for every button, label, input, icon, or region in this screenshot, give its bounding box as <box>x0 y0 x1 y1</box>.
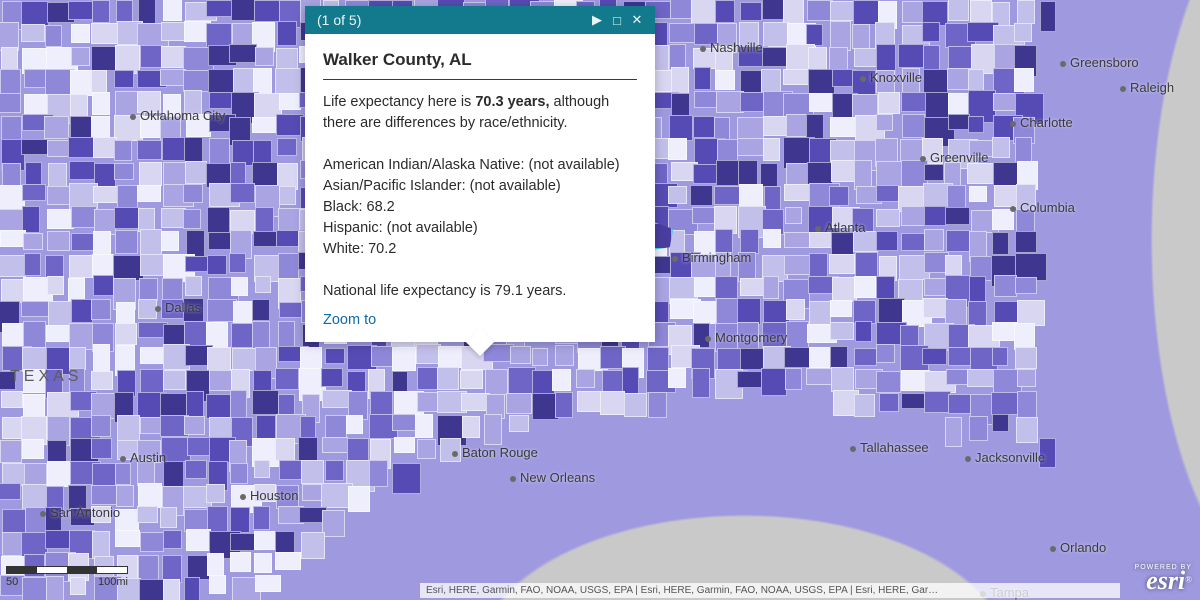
city-label-charlotte: Charlotte <box>1010 115 1073 130</box>
city-label-new-orleans: New Orleans <box>510 470 595 485</box>
popup-row-aian: American Indian/Alaska Native: (not avai… <box>323 155 637 176</box>
city-label-knoxville: Knoxville <box>860 70 922 85</box>
city-label-houston: Houston <box>240 488 298 503</box>
popup-row-api: Asian/Pacific Islander: (not available) <box>323 176 637 197</box>
esri-brand: esri <box>1146 566 1185 595</box>
popup-summary-pre: Life expectancy here is <box>323 94 475 110</box>
popup-row-black: Black: 68.2 <box>323 197 637 218</box>
city-label-atlanta: Atlanta <box>815 220 865 235</box>
choropleth-map[interactable]: TEXAS TulsaOklahoma CityDallasAustinHous… <box>0 0 1200 600</box>
scale-bar: 50 100mi <box>6 566 128 588</box>
city-label-greenville: Greenville <box>920 150 989 165</box>
city-label-oklahoma-city: Oklahoma City <box>130 108 225 123</box>
map-attribution: Esri, HERE, Garmin, FAO, NOAA, USGS, EPA… <box>420 583 1120 598</box>
feature-popup: (1 of 5) ▶ □ ✕ Walker County, AL Life ex… <box>305 6 655 342</box>
zoom-to-link[interactable]: Zoom to <box>305 312 394 342</box>
popup-summary-value: 70.3 years, <box>475 94 549 110</box>
popup-summary: Life expectancy here is 70.3 years, alth… <box>323 92 637 134</box>
city-label-montgomery: Montgomery <box>705 330 787 345</box>
popup-maximize-icon[interactable]: □ <box>607 13 627 28</box>
city-label-greensboro: Greensboro <box>1060 55 1139 70</box>
popup-row-hispanic: Hispanic: (not available) <box>323 218 637 239</box>
popup-header: (1 of 5) ▶ □ ✕ <box>305 6 655 34</box>
city-label-columbia: Columbia <box>1010 200 1075 215</box>
popup-close-icon[interactable]: ✕ <box>627 12 647 28</box>
city-label-austin: Austin <box>120 450 166 465</box>
city-label-san-antonio: San Antonio <box>40 505 120 520</box>
scale-tick-1: 100mi <box>98 576 128 588</box>
city-label-nashville: Nashville <box>700 40 763 55</box>
city-label-dallas: Dallas <box>155 300 201 315</box>
popup-row-white: White: 70.2 <box>323 239 637 260</box>
popup-pager: (1 of 5) <box>317 12 361 28</box>
popup-next-icon[interactable]: ▶ <box>587 12 607 28</box>
esri-logo: POWERED BY esri® <box>1135 564 1192 594</box>
state-label-texas: TEXAS <box>10 368 82 386</box>
popup-national: National life expectancy is 79.1 years. <box>323 281 637 302</box>
city-label-baton-rouge: Baton Rouge <box>452 445 538 460</box>
city-label-tallahassee: Tallahassee <box>850 440 929 455</box>
popup-title: Walker County, AL <box>323 48 637 73</box>
city-label-birmingham: Birmingham <box>672 250 751 265</box>
city-label-orlando: Orlando <box>1050 540 1106 555</box>
city-label-jacksonville: Jacksonville <box>965 450 1045 465</box>
scale-tick-0: 50 <box>6 576 18 588</box>
city-label-raleigh: Raleigh <box>1120 80 1174 95</box>
